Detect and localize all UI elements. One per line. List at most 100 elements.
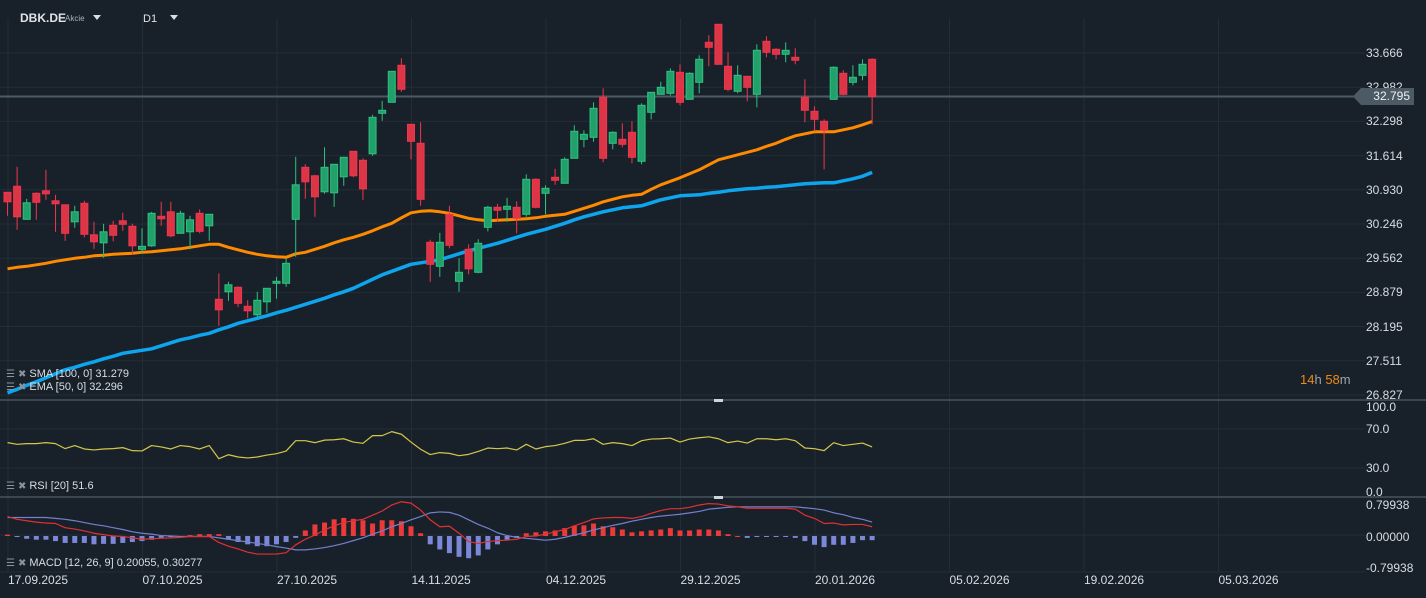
candle-body <box>675 71 684 103</box>
candle-bullish <box>291 156 300 257</box>
candle-body <box>243 305 252 312</box>
legend-sma: ☰ ✖ SMA [100, 0] 31.279 <box>6 368 129 380</box>
symbol-dropdown-icon[interactable] <box>93 15 101 20</box>
candle-bullish <box>22 198 31 220</box>
date-tick-label: 17.09.2025 <box>8 573 69 587</box>
candle-bearish <box>32 192 41 220</box>
close-icon[interactable]: ✖ <box>18 369 26 380</box>
candle-body <box>118 220 127 225</box>
candle-bearish <box>627 121 636 164</box>
date-tick-label: 27.10.2025 <box>277 573 338 587</box>
settings-icon[interactable]: ☰ <box>6 481 15 492</box>
price-tick-label: 33.666 <box>1366 46 1403 60</box>
candle-bearish <box>868 58 877 125</box>
candle-body <box>416 142 425 200</box>
candle-bullish <box>647 91 656 120</box>
macd-tick-label: 0.00000 <box>1366 530 1410 544</box>
candle-body <box>570 130 579 159</box>
candle-body <box>589 107 598 138</box>
candle-bearish <box>80 200 89 238</box>
candle-bearish <box>310 174 319 217</box>
date-tick-label: 20.01.2026 <box>815 573 876 587</box>
candle-bearish <box>820 119 829 170</box>
price-tick-label: 28.879 <box>1366 285 1403 300</box>
current-price-tag: 32.795 <box>1353 88 1414 105</box>
macd-histogram-bar <box>14 536 20 537</box>
macd-histogram-bar <box>773 536 779 537</box>
candle-body <box>349 150 358 177</box>
macd-histogram-bar <box>706 529 712 536</box>
candle-body <box>310 175 319 198</box>
candle-body <box>435 241 444 267</box>
close-icon[interactable]: ✖ <box>18 481 26 492</box>
candle-body <box>205 213 214 227</box>
pane-resize-handle[interactable] <box>714 496 723 499</box>
macd-histogram-bar <box>101 536 107 544</box>
candle-bullish <box>733 65 742 94</box>
candle-body <box>829 66 838 100</box>
chart-canvas[interactable] <box>0 0 1426 598</box>
timeframe-label[interactable]: D1 <box>143 13 157 25</box>
macd-histogram-bar <box>379 520 385 536</box>
candle-body <box>406 123 415 142</box>
candle-bullish <box>685 72 694 100</box>
candle-body <box>70 211 79 223</box>
candle-body <box>358 159 367 190</box>
pane-resize-handle[interactable] <box>714 399 723 402</box>
candle-bearish <box>41 169 50 200</box>
candle-body <box>541 187 550 194</box>
candle-body <box>426 241 435 265</box>
settings-icon[interactable]: ☰ <box>6 382 15 393</box>
candle-bullish <box>781 42 790 63</box>
macd-histogram-bar <box>523 533 529 536</box>
macd-histogram-bar <box>360 520 366 536</box>
candle-body <box>848 76 857 83</box>
candle-body <box>608 131 617 144</box>
candle-bullish <box>224 281 233 301</box>
timeframe-dropdown-icon[interactable] <box>170 15 178 20</box>
candle-body <box>704 41 713 48</box>
candle-body <box>32 192 41 203</box>
candle-body <box>820 120 829 131</box>
candle-bullish <box>186 215 195 250</box>
macd-histogram-bar <box>197 534 203 536</box>
candle-bearish <box>89 221 98 249</box>
macd-histogram-bar <box>667 528 673 536</box>
close-icon[interactable]: ✖ <box>18 382 26 393</box>
candle-body <box>522 178 531 215</box>
candle-body <box>656 86 665 95</box>
macd-histogram-bar <box>610 527 616 536</box>
candle-body <box>618 138 627 145</box>
candle-bullish <box>176 210 185 234</box>
candle-bullish <box>656 81 665 95</box>
candle-bullish <box>339 156 348 186</box>
candle-body <box>647 91 656 113</box>
candle-body <box>282 262 291 284</box>
macd-histogram-bar <box>331 519 337 536</box>
macd-histogram-bar <box>581 525 587 536</box>
candle-bearish <box>791 48 800 65</box>
macd-histogram-bar <box>206 534 212 536</box>
settings-icon[interactable]: ☰ <box>6 369 15 380</box>
candle-body <box>368 116 377 155</box>
candle-bullish <box>474 239 483 274</box>
candle-body <box>627 131 636 158</box>
macd-histogram-bar <box>850 536 856 543</box>
macd-histogram-bar <box>408 526 414 536</box>
legend-ema-text: EMA [50, 0] 32.296 <box>29 381 123 393</box>
close-icon[interactable]: ✖ <box>18 558 26 569</box>
macd-histogram-bar <box>715 530 721 536</box>
settings-icon[interactable]: ☰ <box>6 558 15 569</box>
legend-rsi-text: RSI [20] 51.6 <box>29 480 94 492</box>
candle-body <box>214 298 223 311</box>
candle-bullish <box>330 163 339 207</box>
countdown-h-unit: h <box>1314 372 1322 387</box>
symbol-label[interactable]: DBK.DE <box>20 11 66 25</box>
candle-bullish <box>455 258 464 292</box>
grid <box>0 18 1426 573</box>
macd-histogram-bar <box>860 536 866 541</box>
candle-bullish <box>378 100 387 121</box>
macd-histogram-bar <box>831 536 837 545</box>
candle-bullish <box>272 276 281 299</box>
candle-body <box>445 213 454 246</box>
